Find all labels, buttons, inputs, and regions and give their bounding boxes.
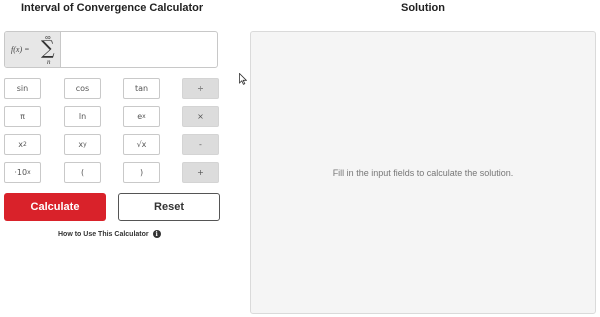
key-sin-label: sin	[16, 84, 29, 93]
key-times-ten-base: ·10	[14, 168, 28, 177]
key-close-paren-label: )	[139, 168, 144, 177]
multiply-icon: ×	[197, 112, 204, 121]
how-to-use-link[interactable]: How to Use This Calculator i	[58, 230, 161, 238]
key-pi[interactable]: π	[4, 106, 41, 127]
mouse-pointer-icon	[239, 73, 247, 85]
pi-icon: π	[20, 112, 25, 121]
function-label: f(x) =	[11, 45, 30, 54]
series-expression-input[interactable]	[62, 32, 217, 67]
key-open-paren[interactable]: (	[64, 162, 101, 183]
key-sqrt[interactable]: √x	[123, 134, 160, 155]
function-prefix: f(x) = ∞ ∑ n	[5, 32, 61, 67]
key-cos-label: cos	[75, 84, 90, 93]
solution-title: Solution	[401, 2, 445, 14]
key-sin[interactable]: sin	[4, 78, 41, 99]
key-cos[interactable]: cos	[64, 78, 101, 99]
solution-placeholder: Fill in the input fields to calculate th…	[332, 168, 514, 178]
calculate-button[interactable]: Calculate	[4, 193, 106, 221]
sum-lower-limit: n	[47, 58, 51, 66]
sqrt-icon: √x	[136, 140, 147, 149]
key-ln-label: ln	[78, 112, 87, 121]
sigma-icon: ∑	[41, 37, 55, 59]
solution-panel: Fill in the input fields to calculate th…	[250, 31, 596, 314]
minus-icon: -	[199, 140, 202, 149]
series-input-box: f(x) = ∞ ∑ n	[4, 31, 218, 68]
calculator-title: Interval of Convergence Calculator	[21, 2, 204, 14]
key-tan[interactable]: tan	[123, 78, 160, 99]
key-tan-label: tan	[134, 84, 149, 93]
key-exp[interactable]: ex	[123, 106, 160, 127]
key-minus[interactable]: -	[182, 134, 219, 155]
divide-icon: ÷	[197, 84, 204, 93]
key-close-paren[interactable]: )	[123, 162, 160, 183]
key-multiply[interactable]: ×	[182, 106, 219, 127]
key-times-ten[interactable]: ·10 x	[4, 162, 41, 183]
reset-button[interactable]: Reset	[118, 193, 220, 221]
how-to-use-label: How to Use This Calculator	[58, 230, 149, 238]
key-plus[interactable]: +	[182, 162, 219, 183]
key-open-paren-label: (	[80, 168, 85, 177]
key-square[interactable]: x2	[4, 134, 41, 155]
key-power[interactable]: xy	[64, 134, 101, 155]
key-divide[interactable]: ÷	[182, 78, 219, 99]
key-ln[interactable]: ln	[64, 106, 101, 127]
plus-icon: +	[197, 168, 204, 177]
info-icon[interactable]: i	[152, 230, 161, 238]
